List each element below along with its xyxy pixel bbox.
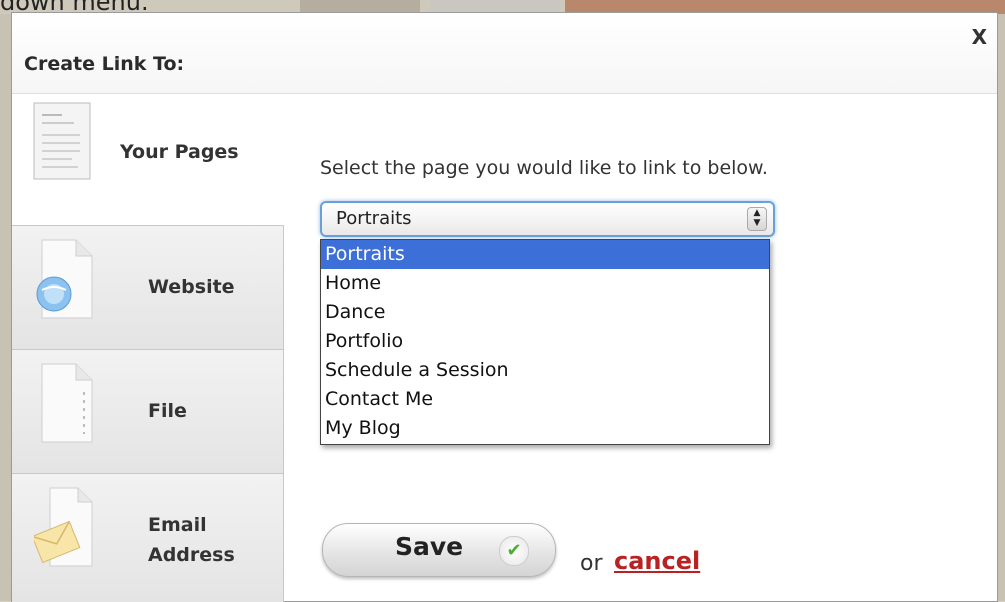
tab-label: Website xyxy=(148,276,235,298)
save-button[interactable]: Save ✔ xyxy=(322,523,556,577)
save-button-label: Save xyxy=(395,532,464,561)
document-icon xyxy=(33,102,91,180)
instruction-text: Select the page you would like to link t… xyxy=(320,157,768,179)
envelope-icon xyxy=(34,487,93,567)
cancel-link[interactable]: cancel xyxy=(614,547,700,575)
file-document-icon xyxy=(41,363,93,443)
tab-label-line: Email xyxy=(148,514,207,536)
page-select-value: Portraits xyxy=(336,208,412,229)
dropdown-option[interactable]: Dance xyxy=(321,298,769,327)
tab-file[interactable]: File xyxy=(12,349,284,474)
tab-label-line: Address xyxy=(148,544,235,566)
dialog-title: Create Link To: xyxy=(24,53,185,75)
dropdown-option[interactable]: Contact Me xyxy=(321,385,769,414)
page-select[interactable]: Portraits ▲ ▼ xyxy=(320,201,775,237)
create-link-dialog: Create Link To: X Your Pages Website Fil… xyxy=(11,12,998,602)
close-button[interactable]: X xyxy=(972,25,987,49)
dialog-header: Create Link To: X xyxy=(12,13,997,94)
tab-website[interactable]: Website xyxy=(12,225,284,350)
tab-label: File xyxy=(148,400,187,422)
tab-your-pages[interactable]: Your Pages xyxy=(12,101,283,225)
tab-email-address[interactable]: Email Address xyxy=(12,473,284,602)
page-dropdown-list: Portraits Home Dance Portfolio Schedule … xyxy=(320,239,770,445)
tab-label: Your Pages xyxy=(120,141,239,163)
link-content-panel: Select the page you would like to link t… xyxy=(284,101,997,601)
checkmark-icon: ✔ xyxy=(499,536,529,566)
link-type-sidebar: Your Pages Website File Email Address xyxy=(12,101,284,602)
or-text: or xyxy=(580,551,603,576)
dropdown-option[interactable]: Portraits xyxy=(321,240,769,269)
dropdown-option[interactable]: Schedule a Session xyxy=(321,356,769,385)
dropdown-option[interactable]: Home xyxy=(321,269,769,298)
select-arrows-icon: ▲ ▼ xyxy=(747,207,767,231)
globe-document-icon xyxy=(36,239,93,319)
tab-label: Email Address xyxy=(148,510,235,570)
dropdown-option[interactable]: My Blog xyxy=(321,414,769,443)
dropdown-option[interactable]: Portfolio xyxy=(321,327,769,356)
